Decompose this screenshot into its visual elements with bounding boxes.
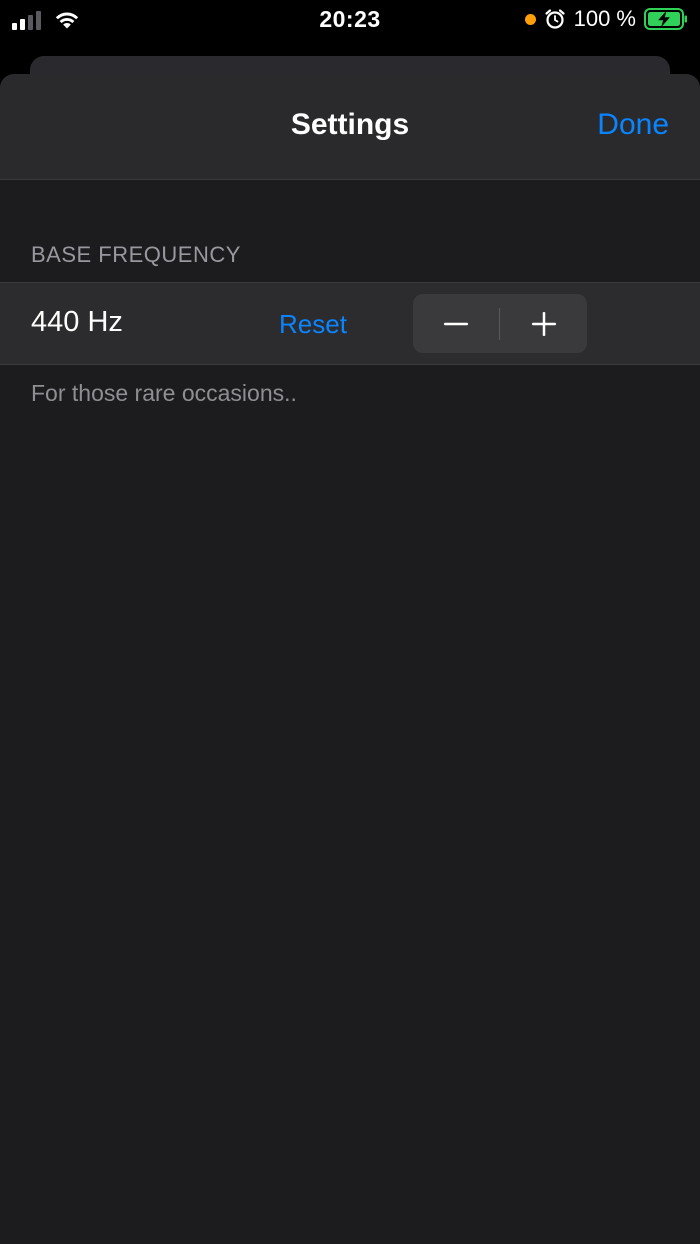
status-bar: 20:23 100 %	[0, 0, 700, 40]
frequency-stepper	[413, 294, 587, 353]
orange-dot-indicator	[524, 13, 536, 25]
stepper-increment-button[interactable]	[501, 294, 587, 353]
base-frequency-row: 440 Hz Reset	[0, 282, 700, 365]
navigation-bar: Settings Done	[0, 74, 700, 180]
frequency-value: 440 Hz	[31, 306, 123, 338]
status-bar-right: 100 %	[524, 6, 688, 32]
screen: 20:23 100 % Settings Done BASE FREQUENCY…	[0, 0, 700, 1244]
settings-sheet: Settings Done BASE FREQUENCY 440 Hz Rese…	[0, 74, 700, 1244]
plus-icon	[532, 311, 556, 336]
reset-button[interactable]: Reset	[279, 309, 347, 340]
section-footer-note: For those rare occasions..	[31, 380, 297, 406]
alarm-icon	[545, 9, 565, 29]
battery-percent: 100 %	[573, 6, 636, 31]
stepper-decrement-button[interactable]	[413, 294, 499, 353]
section-header-base-frequency: BASE FREQUENCY	[31, 242, 241, 267]
stepper-divider	[499, 308, 500, 340]
done-button[interactable]: Done	[597, 108, 669, 142]
battery-charging-icon	[644, 8, 687, 30]
page-title: Settings	[290, 108, 410, 141]
minus-icon	[444, 322, 468, 325]
